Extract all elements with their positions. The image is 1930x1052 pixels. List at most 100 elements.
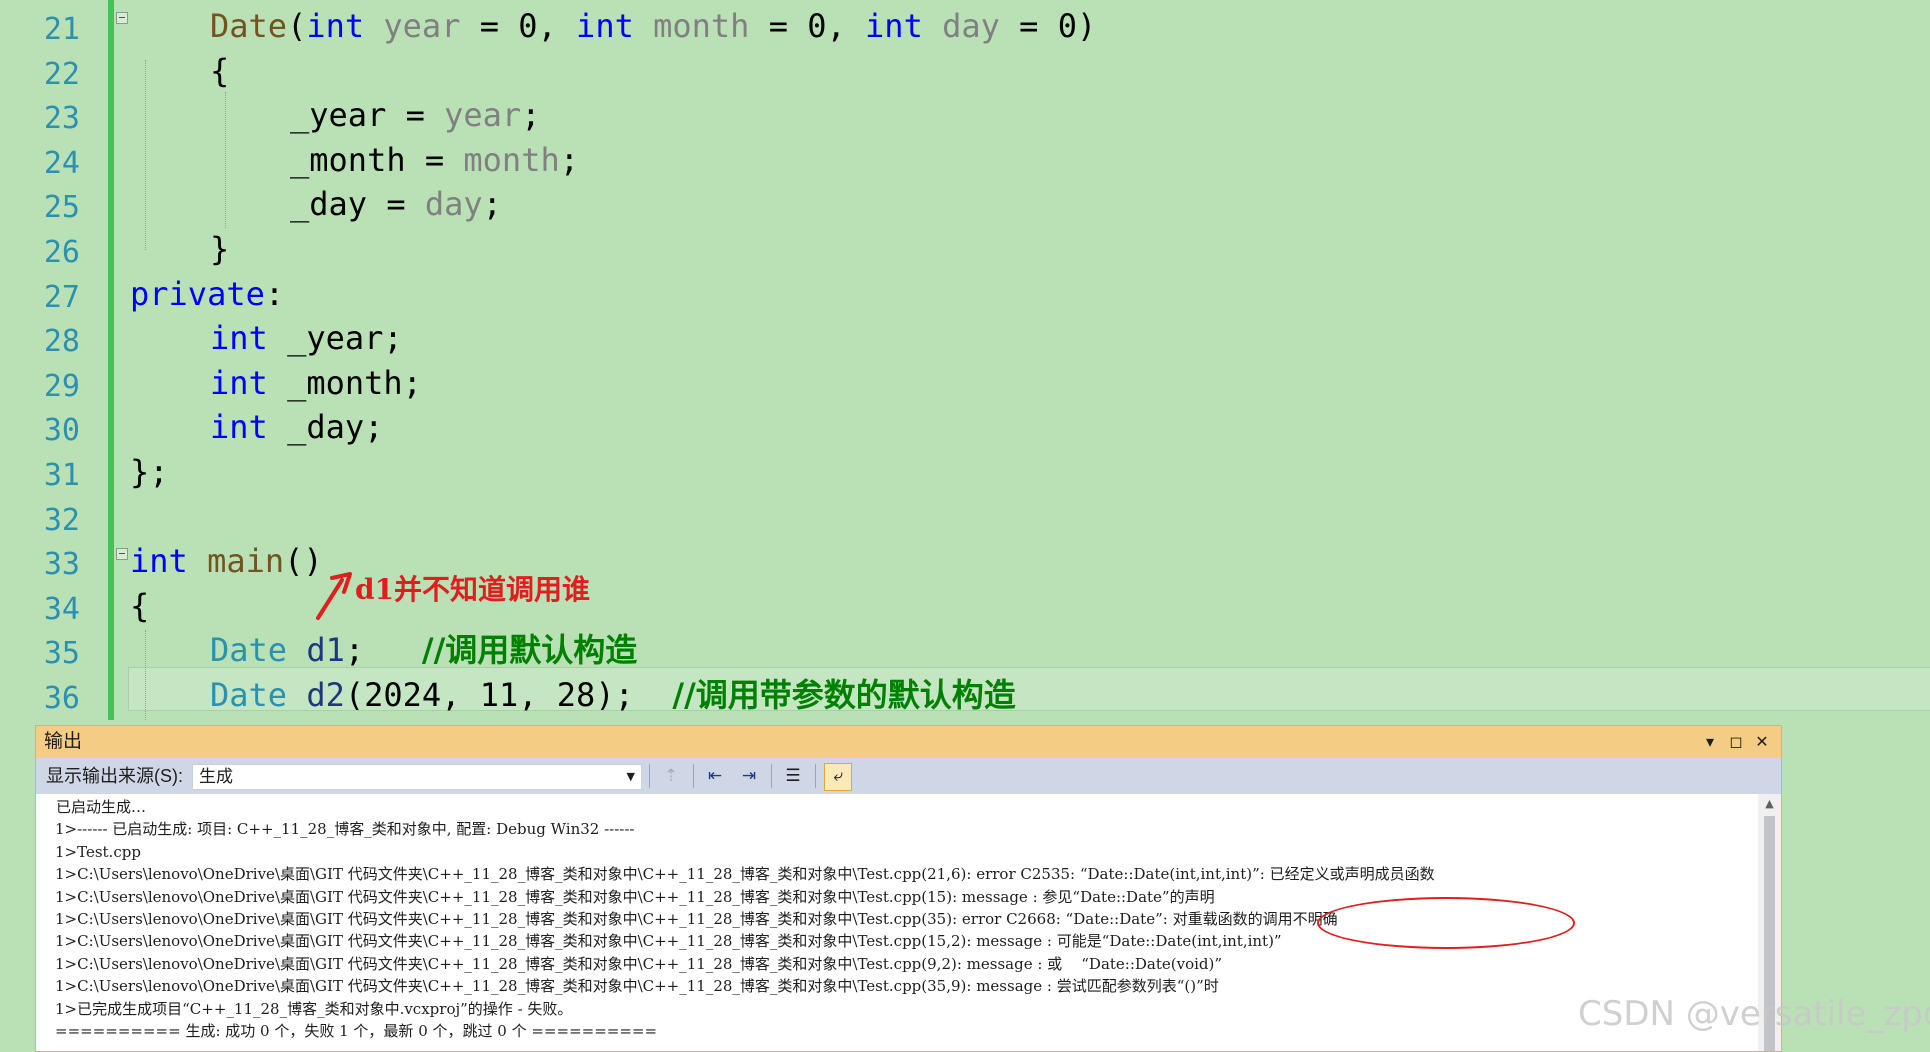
output-title-bar: 输出 ▾ ◻ ✕ [36, 726, 1781, 758]
code-line: }; [130, 450, 169, 494]
code-token: //调用带参数的默认构造 [672, 676, 1016, 714]
code-token: int [865, 7, 923, 45]
code-token: int [576, 7, 634, 45]
close-icon[interactable]: ✕ [1750, 726, 1774, 758]
output-line: 1>C:\Users\lenovo\OneDrive\桌面\GIT 代码文件夹\… [55, 887, 1215, 906]
code-line: Date d1; //调用默认构造 [210, 628, 637, 672]
code-line: _year = year; [290, 93, 540, 137]
indent-guide [145, 60, 146, 250]
annotation-arrow-icon [316, 572, 352, 620]
code-token: = 0) [999, 7, 1097, 45]
code-token: day [424, 185, 483, 224]
previous-message-icon[interactable]: ⇤ [702, 763, 728, 789]
code-line: } [210, 227, 229, 271]
line-number: 31 [43, 458, 80, 493]
chevron-down-icon: ▼ [626, 770, 635, 783]
watermark: CSDN @versatile_zpc [1578, 994, 1930, 1034]
code-token: = [405, 140, 464, 179]
toolbar-separator [693, 764, 694, 788]
output-line: 1>C:\Users\lenovo\OneDrive\桌面\GIT 代码文件夹\… [55, 865, 1435, 884]
code-line: Date d2(2024, 11, 28); //调用带参数的默认构造 [210, 673, 1016, 717]
output-panel: 输出 ▾ ◻ ✕ 显示输出来源(S): 生成 ▼ ⇡ ⇤ ⇥ ☰ ⤶ 已启动生成… [35, 725, 1782, 1052]
code-token: ( [287, 7, 307, 45]
code-line: _month = month; [290, 138, 579, 182]
fold-toggle-icon[interactable] [116, 548, 128, 560]
code-token: }; [130, 453, 169, 491]
code-token: = [386, 96, 445, 135]
output-line: 1>C:\Users\lenovo\OneDrive\桌面\GIT 代码文件夹\… [55, 954, 1223, 973]
code-token: _day; [267, 408, 384, 447]
output-line: 1>C:\Users\lenovo\OneDrive\桌面\GIT 代码文件夹\… [55, 932, 1282, 951]
code-token: Date [210, 7, 288, 45]
line-number-gutter: 21 22 23 24 25 26 27 28 29 30 31 32 33 34 35 36 [0, 0, 108, 720]
code-token: day [942, 7, 1000, 45]
code-line: _day = day; [290, 182, 502, 226]
code-token: private [130, 274, 265, 313]
code-token: Date [210, 676, 288, 714]
code-line: private: [130, 272, 284, 316]
line-number: 22 [43, 56, 80, 92]
fold-toggle-icon[interactable] [116, 12, 128, 24]
code-line: int _day; [210, 405, 383, 449]
output-source-value: 生成 [199, 767, 233, 786]
output-line: 1>------ 已启动生成: 项目: C++_11_28_博客_类和对象中, … [55, 820, 635, 839]
output-title: 输出 [44, 731, 83, 752]
toolbar-separator [815, 764, 816, 788]
code-token: year [444, 96, 522, 135]
code-token: d1 [306, 631, 345, 670]
code-line: { [210, 49, 229, 93]
code-line: { [130, 584, 149, 628]
code-token: _year; [267, 319, 403, 358]
find-message-icon[interactable]: ⇡ [658, 763, 684, 789]
output-line: 1>已完成生成项目“C++_11_28_博客_类和对象中.vcxproj”的操作… [55, 999, 573, 1018]
code-token: _month; [267, 363, 422, 402]
output-source-select[interactable]: 生成 ▼ [192, 764, 642, 790]
code-editor[interactable]: 21 22 23 24 25 26 27 28 29 30 31 32 33 34 35 36 Date(in… [0, 0, 1930, 720]
next-message-icon[interactable]: ⇥ [736, 763, 762, 789]
code-token: ; [344, 631, 422, 670]
dropdown-arrow-icon[interactable]: ▾ [1698, 726, 1722, 758]
code-token: = 0, [460, 7, 577, 45]
code-token: : [264, 274, 285, 313]
output-line: 1>C:\Users\lenovo\OneDrive\桌面\GIT 代码文件夹\… [55, 977, 1219, 996]
code-token: _year [290, 96, 387, 135]
code-token: month [653, 7, 750, 45]
code-token: main [207, 542, 285, 581]
code-token: ; [521, 96, 541, 135]
code-token: = [367, 185, 425, 224]
code-token: month [463, 140, 560, 179]
error-highlight-circle [1317, 897, 1575, 949]
line-number: 27 [43, 279, 80, 315]
code-token: { [130, 586, 150, 625]
code-token: //调用默认构造 [421, 631, 638, 670]
maximize-icon[interactable]: ◻ [1724, 726, 1748, 758]
clear-all-icon[interactable]: ☰ [780, 763, 806, 789]
code-token: ; [482, 185, 502, 224]
code-token: int [130, 542, 188, 581]
code-token: _month [290, 140, 406, 179]
toolbar-separator [649, 764, 650, 788]
code-token: = 0, [749, 7, 866, 45]
code-token: year [383, 7, 461, 45]
code-line: int _year; [210, 316, 403, 360]
line-number: 35 [43, 636, 80, 672]
line-number: 33 [43, 547, 80, 583]
code-token: int [210, 363, 268, 402]
indent-guide [225, 92, 226, 228]
line-number: 25 [43, 190, 80, 226]
code-token: _day [290, 185, 368, 224]
word-wrap-toggle-icon[interactable]: ⤶ [824, 763, 852, 791]
toolbar-separator [771, 764, 772, 788]
output-toolbar: 显示输出来源(S): 生成 ▼ ⇡ ⇤ ⇥ ☰ ⤶ [36, 758, 1781, 794]
scroll-up-arrow-icon[interactable]: ▲ [1758, 794, 1781, 814]
line-number: 23 [43, 101, 80, 137]
line-number: 34 [43, 591, 80, 627]
line-number: 30 [43, 413, 80, 449]
line-number: 36 [43, 681, 80, 716]
indent-guide [145, 630, 146, 720]
